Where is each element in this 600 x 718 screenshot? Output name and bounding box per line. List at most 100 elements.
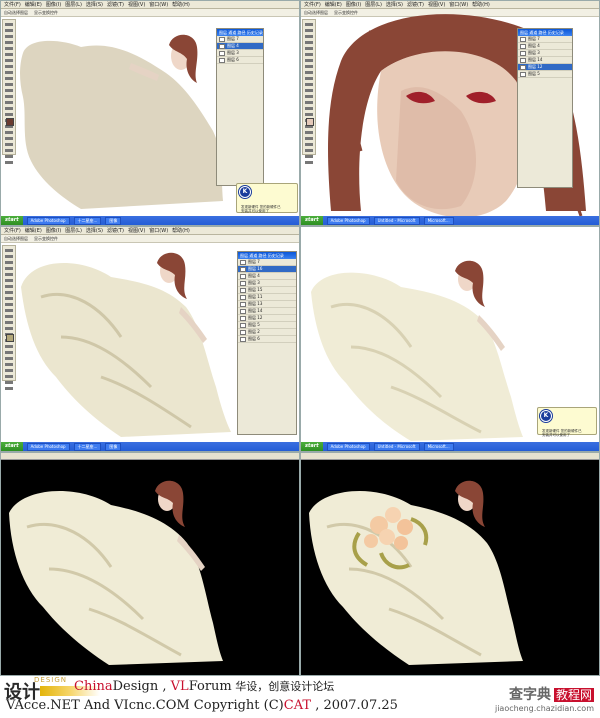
show-transform-option[interactable]: 显示变换控件 <box>334 10 358 16</box>
head-shape <box>458 267 476 291</box>
arm-shape <box>129 63 159 81</box>
menu-window[interactable]: 窗口(W) <box>149 1 168 8</box>
menu-select[interactable]: 选择(S) <box>86 227 103 234</box>
foreground-color-swatch[interactable] <box>6 334 14 342</box>
layer-row[interactable]: 图层 4 <box>518 43 572 50</box>
taskbar-item[interactable]: 图像 <box>105 216 122 225</box>
menu-help[interactable]: 帮助(H) <box>172 227 190 234</box>
taskbar-item[interactable]: Untitled - Microsoft <box>373 216 420 225</box>
start-button[interactable]: start <box>1 442 23 451</box>
layer-row[interactable]: 图层 2 <box>238 329 296 336</box>
hair-shape <box>169 34 198 83</box>
menu-help[interactable]: 帮助(H) <box>172 1 190 8</box>
tools-palette[interactable] <box>2 245 16 390</box>
menu-edit[interactable]: 编辑(E) <box>325 1 342 8</box>
taskbar-item[interactable]: Microsoft... <box>423 216 454 225</box>
screenshot-panel-top-right: 文件(F) 编辑(E) 图像(I) 图层(L) 选择(S) 滤镜(T) 视图(V… <box>300 0 600 226</box>
menu-view[interactable]: 视图(V) <box>428 1 445 8</box>
taskbar-item[interactable]: 十二星座... <box>73 442 102 451</box>
menu-select[interactable]: 选择(S) <box>86 1 103 8</box>
head-shape <box>158 487 176 511</box>
menu-layer[interactable]: 图层(L) <box>65 227 82 234</box>
menu-window[interactable]: 窗口(W) <box>149 227 168 234</box>
notification-balloon[interactable]: K 发现新硬件 您的新硬件已安装并可以使用了 <box>236 183 298 213</box>
artwork-canvas <box>309 480 523 665</box>
taskbar-item[interactable]: Adobe Photoshop <box>326 442 370 451</box>
layer-row[interactable]: 图层 3 <box>518 50 572 57</box>
menu-bar: 文件(F) 编辑(E) 图像(I) 图层(L) 选择(S) 滤镜(T) 视图(V… <box>1 1 299 9</box>
layer-row[interactable]: 图层 11 <box>238 294 296 301</box>
taskbar-item[interactable]: 图像 <box>105 442 122 451</box>
tools-palette[interactable] <box>2 19 16 164</box>
menu-filter[interactable]: 滤镜(T) <box>107 1 124 8</box>
tools-palette[interactable] <box>302 19 316 164</box>
start-button[interactable]: start <box>1 216 23 225</box>
taskbar-item[interactable]: 十二星座... <box>73 216 102 225</box>
layer-row[interactable]: 图层 7 <box>217 36 263 43</box>
taskbar-item[interactable]: Adobe Photoshop <box>26 216 70 225</box>
foreground-color-swatch[interactable] <box>306 118 314 126</box>
start-button[interactable]: start <box>301 442 323 451</box>
layer-row[interactable]: 图层 5 <box>238 322 296 329</box>
layer-row[interactable]: 图层 6 <box>238 336 296 343</box>
layer-row[interactable]: 图层 4 <box>238 273 296 280</box>
layer-row[interactable]: 图层 13 <box>238 301 296 308</box>
layers-panel[interactable]: 图层 通道 路径 历史记录 图层 7 图层 16 图层 4 图层 3 图层 15… <box>237 251 297 435</box>
show-transform-option[interactable]: 显示变换控件 <box>34 236 58 242</box>
layers-panel[interactable]: 图层 通道 路径 历史记录 图层 7 图层 4 图层 3 图层 14 图层 12… <box>517 28 573 188</box>
menu-image[interactable]: 图像(I) <box>46 227 61 234</box>
menu-edit[interactable]: 编辑(E) <box>25 227 42 234</box>
layer-row[interactable]: 图层 12 <box>518 64 572 71</box>
menu-image[interactable]: 图像(I) <box>346 1 361 8</box>
start-button[interactable]: start <box>301 216 323 225</box>
auto-select-option[interactable]: 自动选择图层 <box>304 10 328 16</box>
layer-row[interactable]: 图层 7 <box>238 259 296 266</box>
menu-file[interactable]: 文件(F) <box>4 227 21 234</box>
auto-select-option[interactable]: 自动选择图层 <box>4 10 28 16</box>
layer-row[interactable]: 图层 12 <box>238 315 296 322</box>
dress-shape <box>309 491 523 665</box>
layer-row[interactable]: 图层 4 <box>217 43 263 50</box>
hair-shape <box>455 480 485 527</box>
balloon-text: 发现新硬件 您的新硬件已安装并可以使用了 <box>241 205 281 213</box>
taskbar: start Adobe Photoshop Untitled - Microso… <box>301 216 599 225</box>
menu-image[interactable]: 图像(I) <box>46 1 61 8</box>
head-shape <box>458 487 476 511</box>
layer-row[interactable]: 图层 15 <box>238 287 296 294</box>
show-transform-option[interactable]: 显示变换控件 <box>34 10 58 16</box>
screenshot-panel-top-left: 文件(F) 编辑(E) 图像(I) 图层(L) 选择(S) 滤镜(T) 视图(V… <box>0 0 300 226</box>
layer-row[interactable]: 图层 16 <box>238 266 296 273</box>
menu-file[interactable]: 文件(F) <box>4 1 21 8</box>
taskbar-item[interactable]: Microsoft... <box>423 442 454 451</box>
layers-panel[interactable]: 图层 通道 路径 历史记录 图层 7 图层 4 图层 3 图层 6 <box>216 28 264 186</box>
dress-flat-shape <box>20 40 223 210</box>
menu-view[interactable]: 视图(V) <box>128 227 145 234</box>
options-bar: 自动选择图层 显示变换控件 <box>1 235 299 243</box>
menu-layer[interactable]: 图层(L) <box>365 1 382 8</box>
taskbar-item[interactable]: Adobe Photoshop <box>326 216 370 225</box>
footer-line-2: VAcce.NET And VIcnc.COM Copyright (C)CAT… <box>6 698 398 713</box>
foreground-color-swatch[interactable] <box>6 118 14 126</box>
auto-select-option[interactable]: 自动选择图层 <box>4 236 28 242</box>
taskbar-item[interactable]: Adobe Photoshop <box>26 442 70 451</box>
layer-row[interactable]: 图层 3 <box>217 50 263 57</box>
layer-row[interactable]: 图层 7 <box>518 36 572 43</box>
layer-row[interactable]: 图层 3 <box>238 280 296 287</box>
taskbar-item[interactable]: Untitled - Microsoft <box>373 442 420 451</box>
menu-window[interactable]: 窗口(W) <box>449 1 468 8</box>
layer-row[interactable]: 图层 5 <box>518 71 572 78</box>
layer-row[interactable]: 图层 14 <box>238 308 296 315</box>
menu-layer[interactable]: 图层(L) <box>65 1 82 8</box>
menu-select[interactable]: 选择(S) <box>386 1 403 8</box>
menu-filter[interactable]: 滤镜(T) <box>407 1 424 8</box>
layer-row[interactable]: 图层 6 <box>217 57 263 64</box>
menu-edit[interactable]: 编辑(E) <box>25 1 42 8</box>
taskbar: start Adobe Photoshop 十二星座... 图像 <box>1 442 299 451</box>
menu-help[interactable]: 帮助(H) <box>472 1 490 8</box>
menu-file[interactable]: 文件(F) <box>304 1 321 8</box>
notification-balloon[interactable]: K 发现新硬件 您的新硬件已安装并可以使用了 <box>537 407 597 437</box>
menu-view[interactable]: 视图(V) <box>128 1 145 8</box>
layer-row[interactable]: 图层 14 <box>518 57 572 64</box>
menu-filter[interactable]: 滤镜(T) <box>107 227 124 234</box>
head-shape <box>160 259 178 283</box>
